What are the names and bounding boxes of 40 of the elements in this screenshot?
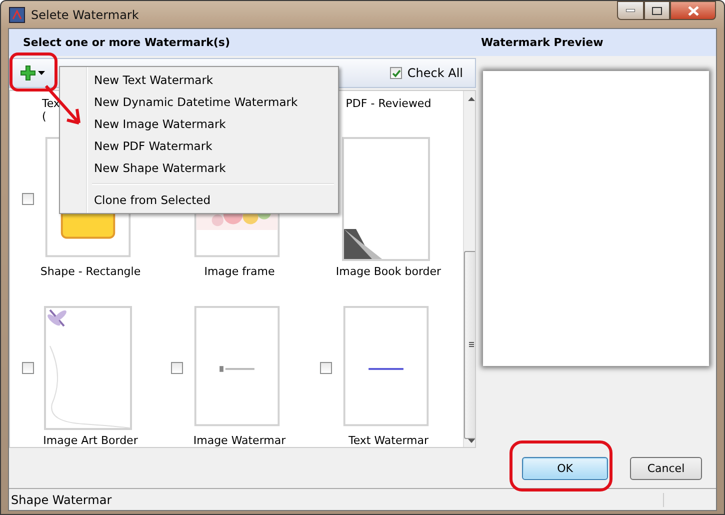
tile-checkbox[interactable] <box>170 362 182 374</box>
scroll-up-icon[interactable] <box>468 97 475 101</box>
maximize-icon <box>652 6 662 14</box>
check-all-checkbox[interactable]: Check All <box>390 66 463 80</box>
tile-label: PDF - Reviewed <box>346 97 432 110</box>
minimize-button[interactable] <box>617 1 644 20</box>
ok-button[interactable]: OK <box>522 456 608 480</box>
grip-icon <box>469 342 474 348</box>
tile-label: Image Book border <box>336 264 442 278</box>
checkbox-icon <box>390 67 402 79</box>
tile-checkbox[interactable] <box>320 362 332 374</box>
caret-icon <box>38 71 45 75</box>
tile-label: Tex <box>42 97 60 110</box>
plus-icon <box>20 65 36 81</box>
tile-checkbox[interactable] <box>22 192 34 205</box>
menu-item[interactable]: New Shape Watermark <box>62 157 336 179</box>
app-icon <box>9 6 25 22</box>
tile-label: Image frame <box>204 264 275 278</box>
tile-checkbox[interactable] <box>22 362 34 374</box>
list-heading: Select one or more Watermark(s) <box>22 36 231 49</box>
tile-label: Image Art Border <box>43 434 138 447</box>
status-text: Shape Watermar <box>9 492 664 506</box>
preview-heading: Watermark Preview <box>481 36 604 49</box>
tile-label: Text Watermar <box>348 434 429 447</box>
annotation-frame <box>9 52 58 92</box>
cancel-button[interactable]: Cancel <box>630 456 702 480</box>
tile-label: Image Watermar <box>193 434 286 447</box>
menu-item[interactable]: New Dynamic Datetime Watermark <box>62 91 336 113</box>
close-button[interactable] <box>670 1 716 20</box>
menu-item[interactable]: New Image Watermark <box>62 113 336 135</box>
tile-label: ( <box>42 110 46 123</box>
minimize-icon <box>626 9 635 12</box>
menu-item[interactable]: New PDF Watermark <box>62 135 336 157</box>
window-title: Selete Watermark <box>31 8 139 22</box>
menu-item[interactable]: New Text Watermark <box>62 69 336 91</box>
scrollbar[interactable] <box>463 91 475 447</box>
menu-item[interactable]: Clone from Selected <box>62 189 336 211</box>
tile-label: Shape - Rectangle <box>40 264 141 278</box>
maximize-button[interactable] <box>644 1 670 20</box>
close-icon <box>688 6 698 16</box>
